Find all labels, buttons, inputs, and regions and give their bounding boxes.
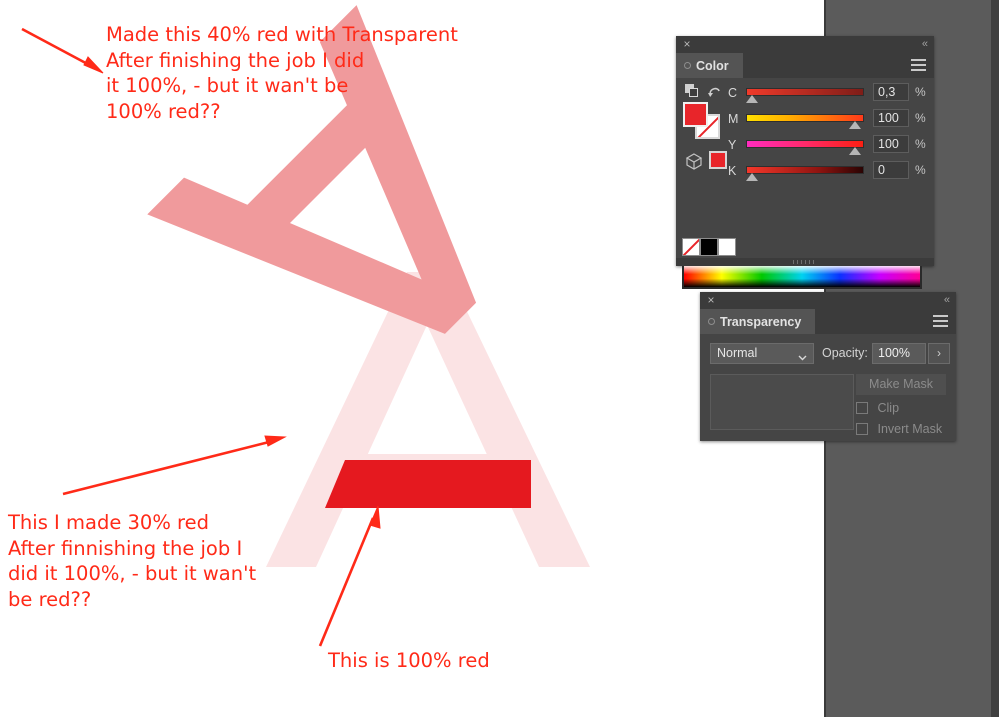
cube-3d-icon[interactable]	[685, 152, 703, 170]
collapse-panel-icon[interactable]: «	[922, 37, 928, 51]
panel-menu-icon[interactable]	[933, 315, 948, 327]
slider-label-c: C	[728, 86, 738, 100]
color-panel[interactable]: × « Color C 0,3 % M 100 % Y 100 % K 0 %	[676, 36, 934, 289]
blend-mode-value: Normal	[717, 346, 758, 360]
opacity-stepper-button[interactable]: ›	[928, 343, 950, 364]
slider-label-m: M	[728, 112, 739, 126]
slider-row-m: M 100 %	[728, 108, 928, 134]
invert-mask-label: Invert Mask	[877, 422, 943, 436]
opacity-label: Opacity:	[822, 346, 868, 360]
fill-swatch[interactable]	[683, 102, 708, 127]
slider-unit-y: %	[915, 137, 926, 151]
close-icon[interactable]: ×	[681, 38, 693, 50]
swap-fill-stroke-icon[interactable]	[685, 84, 700, 99]
clip-checkbox[interactable]	[856, 402, 868, 414]
tab-transparency[interactable]: Transparency	[700, 309, 816, 334]
invert-mask-checkbox[interactable]	[856, 423, 868, 435]
color-spectrum-ramp[interactable]	[682, 263, 922, 289]
slider-label-k: K	[728, 164, 737, 178]
slider-track-c[interactable]	[746, 88, 864, 96]
window-right-edge	[991, 0, 999, 717]
slider-track-m[interactable]	[746, 114, 864, 122]
slider-value-m[interactable]: 100	[873, 109, 909, 127]
revert-arrow-icon[interactable]	[707, 84, 721, 98]
slider-thumb-y[interactable]	[848, 147, 861, 155]
slider-label-y: Y	[728, 138, 737, 152]
transparency-panel-titlebar[interactable]: × «	[700, 292, 956, 309]
fill-stroke-swatches[interactable]	[683, 102, 721, 140]
slider-track-k[interactable]	[746, 166, 864, 174]
3d-color-swatch[interactable]	[709, 151, 727, 169]
slider-value-y[interactable]: 100	[873, 135, 909, 153]
clip-checkbox-row[interactable]: Clip	[856, 401, 899, 417]
close-icon[interactable]: ×	[705, 294, 717, 306]
color-panel-body: C 0,3 % M 100 % Y 100 % K 0 %	[676, 78, 934, 289]
slider-unit-c: %	[915, 85, 926, 99]
slider-thumb-c[interactable]	[746, 95, 759, 103]
tab-transparency-label: Transparency	[720, 314, 802, 329]
annotation-top-note: Made this 40% red with Transparent After…	[106, 23, 458, 124]
tab-dot-icon	[708, 318, 715, 325]
red-trapezoid-shape[interactable]	[325, 460, 531, 508]
opacity-input[interactable]: 100%	[872, 343, 926, 364]
mask-thumbnail[interactable]	[710, 374, 854, 430]
cmyk-slider-area: C 0,3 % M 100 % Y 100 % K 0 %	[728, 82, 928, 186]
transparency-panel-body: Normal Opacity: 100% › Make Mask Clip In…	[700, 334, 956, 441]
quick-swatches-row	[682, 238, 738, 256]
transparency-panel[interactable]: × « Transparency Normal Opacity: 100% › …	[700, 292, 956, 441]
blend-mode-select[interactable]: Normal	[710, 343, 814, 364]
screenshot-root: Made this 40% red with Transparent After…	[0, 0, 999, 717]
tab-color-label: Color	[696, 58, 729, 73]
slider-row-c: C 0,3 %	[728, 82, 928, 108]
slider-value-c[interactable]: 0,3	[873, 83, 909, 101]
white-swatch[interactable]	[718, 238, 736, 256]
color-panel-titlebar[interactable]: × «	[676, 36, 934, 53]
panel-resize-grip[interactable]	[676, 258, 934, 266]
tab-dot-icon	[684, 62, 691, 69]
invert-mask-checkbox-row[interactable]: Invert Mask	[856, 422, 942, 438]
transparency-panel-tabrow: Transparency	[700, 309, 956, 334]
color-panel-swatch-column	[682, 82, 727, 212]
collapse-panel-icon[interactable]: «	[944, 293, 950, 307]
clip-label: Clip	[877, 401, 900, 415]
slider-row-k: K 0 %	[728, 160, 928, 186]
slider-value-k[interactable]: 0	[873, 161, 909, 179]
slider-thumb-m[interactable]	[848, 121, 861, 129]
tab-color[interactable]: Color	[676, 53, 743, 78]
grip-dots-icon	[793, 260, 817, 264]
black-swatch[interactable]	[700, 238, 718, 256]
slider-thumb-k[interactable]	[746, 173, 759, 181]
color-panel-tabrow: Color	[676, 53, 934, 78]
make-mask-button[interactable]: Make Mask	[856, 374, 946, 395]
slider-track-y[interactable]	[746, 140, 864, 148]
chevron-down-icon	[798, 349, 807, 361]
slider-unit-k: %	[915, 163, 926, 177]
slider-row-y: Y 100 %	[728, 134, 928, 160]
none-swatch[interactable]	[682, 238, 700, 256]
transparency-controls-row: Normal Opacity: 100% ›	[710, 343, 950, 365]
annotation-red-shape-note: This is 100% red	[328, 649, 490, 672]
slider-unit-m: %	[915, 111, 926, 125]
panel-menu-icon[interactable]	[911, 59, 926, 71]
annotation-bottom-note: This I made 30% red After finnishing the…	[8, 511, 257, 612]
